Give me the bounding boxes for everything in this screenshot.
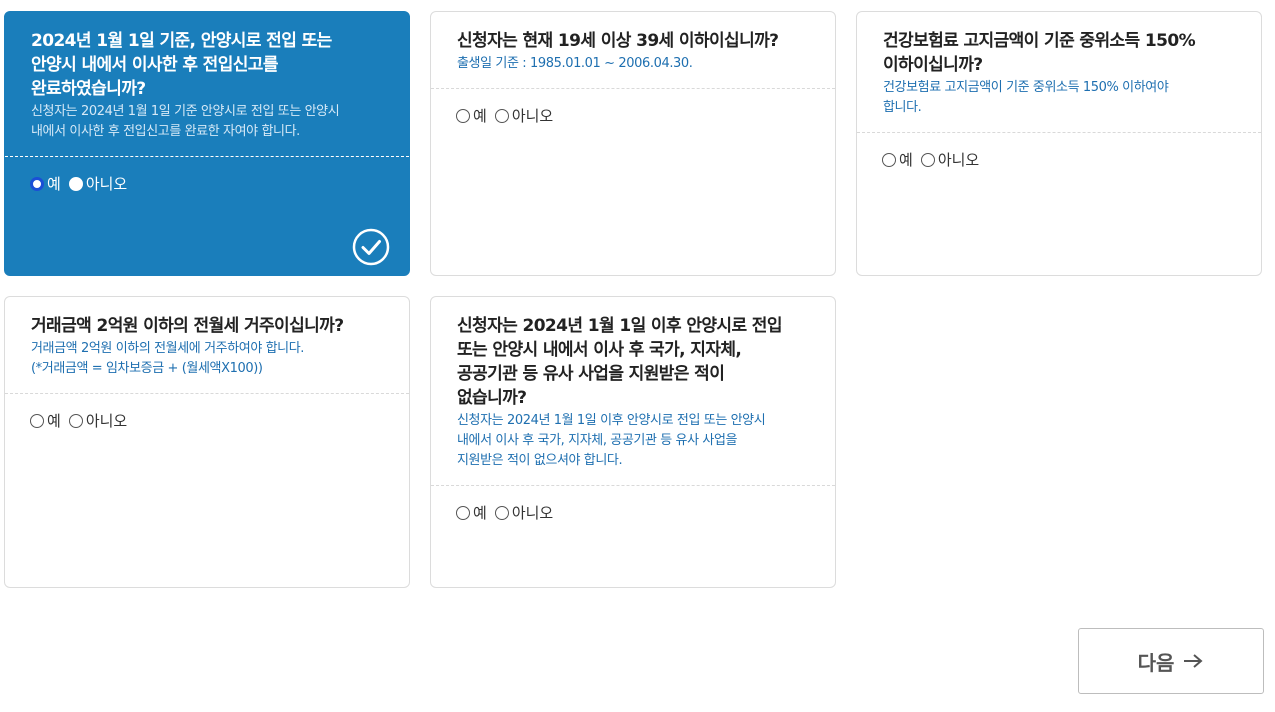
question-title: 2024년 1월 1일 기준, 안양시로 전입 또는 안양시 내에서 이사한 후… xyxy=(31,31,332,99)
yes-label: 예 xyxy=(473,504,487,522)
question-card-1[interactable]: 2024년 1월 1일 기준, 안양시로 전입 또는 안양시 내에서 이사한 후… xyxy=(4,11,410,276)
answer-yes[interactable]: 예 xyxy=(456,105,487,126)
question-card-2[interactable]: 신청자는 현재 19세 이상 39세 이하이십니까? 출생일 기준 : 1985… xyxy=(430,11,836,276)
no-radio[interactable] xyxy=(920,152,935,167)
answer-no[interactable]: 아니오 xyxy=(68,410,128,431)
yes-radio[interactable] xyxy=(30,413,44,428)
answer-no[interactable]: 아니오 xyxy=(920,149,980,170)
answer-no[interactable]: 아니오 xyxy=(494,502,554,523)
question-header: 건강보험료 고지금액이 기준 중위소득 150% 이하이십니까? 건강보험료 고… xyxy=(857,12,1261,133)
answer-options: 예 아니오 xyxy=(5,157,409,210)
yes-label: 예 xyxy=(899,151,913,169)
no-label: 아니오 xyxy=(511,504,554,522)
no-radio[interactable] xyxy=(68,176,83,191)
question-title: 신청자는 2024년 1월 1일 이후 안양시로 전입 또는 안양시 내에서 이… xyxy=(457,316,782,408)
no-radio[interactable] xyxy=(494,108,509,123)
question-header: 거래금액 2억원 이하의 전월세 거주이십니까? 거래금액 2억원 이하의 전월… xyxy=(5,297,409,394)
yes-radio[interactable] xyxy=(30,176,44,191)
no-label: 아니오 xyxy=(937,151,980,169)
answer-no[interactable]: 아니오 xyxy=(68,173,128,194)
yes-label: 예 xyxy=(47,175,61,193)
question-title: 신청자는 현재 19세 이상 39세 이하이십니까? xyxy=(457,31,779,51)
no-radio[interactable] xyxy=(494,505,509,520)
yes-radio[interactable] xyxy=(882,152,896,167)
yes-label: 예 xyxy=(47,412,61,430)
answer-yes[interactable]: 예 xyxy=(30,173,61,194)
question-card-5[interactable]: 신청자는 2024년 1월 1일 이후 안양시로 전입 또는 안양시 내에서 이… xyxy=(430,296,836,588)
check-circle-icon xyxy=(352,228,390,266)
question-card-3[interactable]: 건강보험료 고지금액이 기준 중위소득 150% 이하이십니까? 건강보험료 고… xyxy=(856,11,1262,276)
question-header: 신청자는 현재 19세 이상 39세 이하이십니까? 출생일 기준 : 1985… xyxy=(431,12,835,89)
yes-radio[interactable] xyxy=(456,108,470,123)
question-description: 신청자는 2024년 1월 1일 이후 안양시로 전입 또는 안양시 내에서 이… xyxy=(457,413,766,468)
answer-options: 예 아니오 xyxy=(431,486,835,539)
question-description: 신청자는 2024년 1월 1일 기준 안양시로 전입 또는 안양시 내에서 이… xyxy=(31,104,340,139)
question-title: 거래금액 2억원 이하의 전월세 거주이십니까? xyxy=(31,316,344,336)
answer-no[interactable]: 아니오 xyxy=(494,105,554,126)
answer-options: 예 아니오 xyxy=(5,394,409,447)
question-card-4[interactable]: 거래금액 2억원 이하의 전월세 거주이십니까? 거래금액 2억원 이하의 전월… xyxy=(4,296,410,588)
no-label: 아니오 xyxy=(85,175,128,193)
question-title: 건강보험료 고지금액이 기준 중위소득 150% 이하이십니까? xyxy=(883,31,1196,75)
yes-label: 예 xyxy=(473,107,487,125)
answer-options: 예 아니오 xyxy=(431,89,835,142)
answer-yes[interactable]: 예 xyxy=(30,410,61,431)
no-label: 아니오 xyxy=(85,412,128,430)
next-button-label: 다음 xyxy=(1137,650,1175,675)
no-radio[interactable] xyxy=(68,413,83,428)
question-description: 거래금액 2억원 이하의 전월세에 거주하여야 합니다. (*거래금액 = 임차… xyxy=(31,341,305,376)
question-description: 건강보험료 고지금액이 기준 중위소득 150% 이하여야 합니다. xyxy=(883,80,1169,115)
question-description: 출생일 기준 : 1985.01.01 ~ 2006.04.30. xyxy=(457,56,693,71)
question-header: 2024년 1월 1일 기준, 안양시로 전입 또는 안양시 내에서 이사한 후… xyxy=(5,12,409,157)
answer-yes[interactable]: 예 xyxy=(456,502,487,523)
question-header: 신청자는 2024년 1월 1일 이후 안양시로 전입 또는 안양시 내에서 이… xyxy=(431,297,835,486)
arrow-right-icon xyxy=(1184,654,1203,668)
yes-radio[interactable] xyxy=(456,505,470,520)
next-button[interactable]: 다음 xyxy=(1078,628,1264,694)
answer-yes[interactable]: 예 xyxy=(882,149,913,170)
no-label: 아니오 xyxy=(511,107,554,125)
answer-options: 예 아니오 xyxy=(857,133,1261,186)
